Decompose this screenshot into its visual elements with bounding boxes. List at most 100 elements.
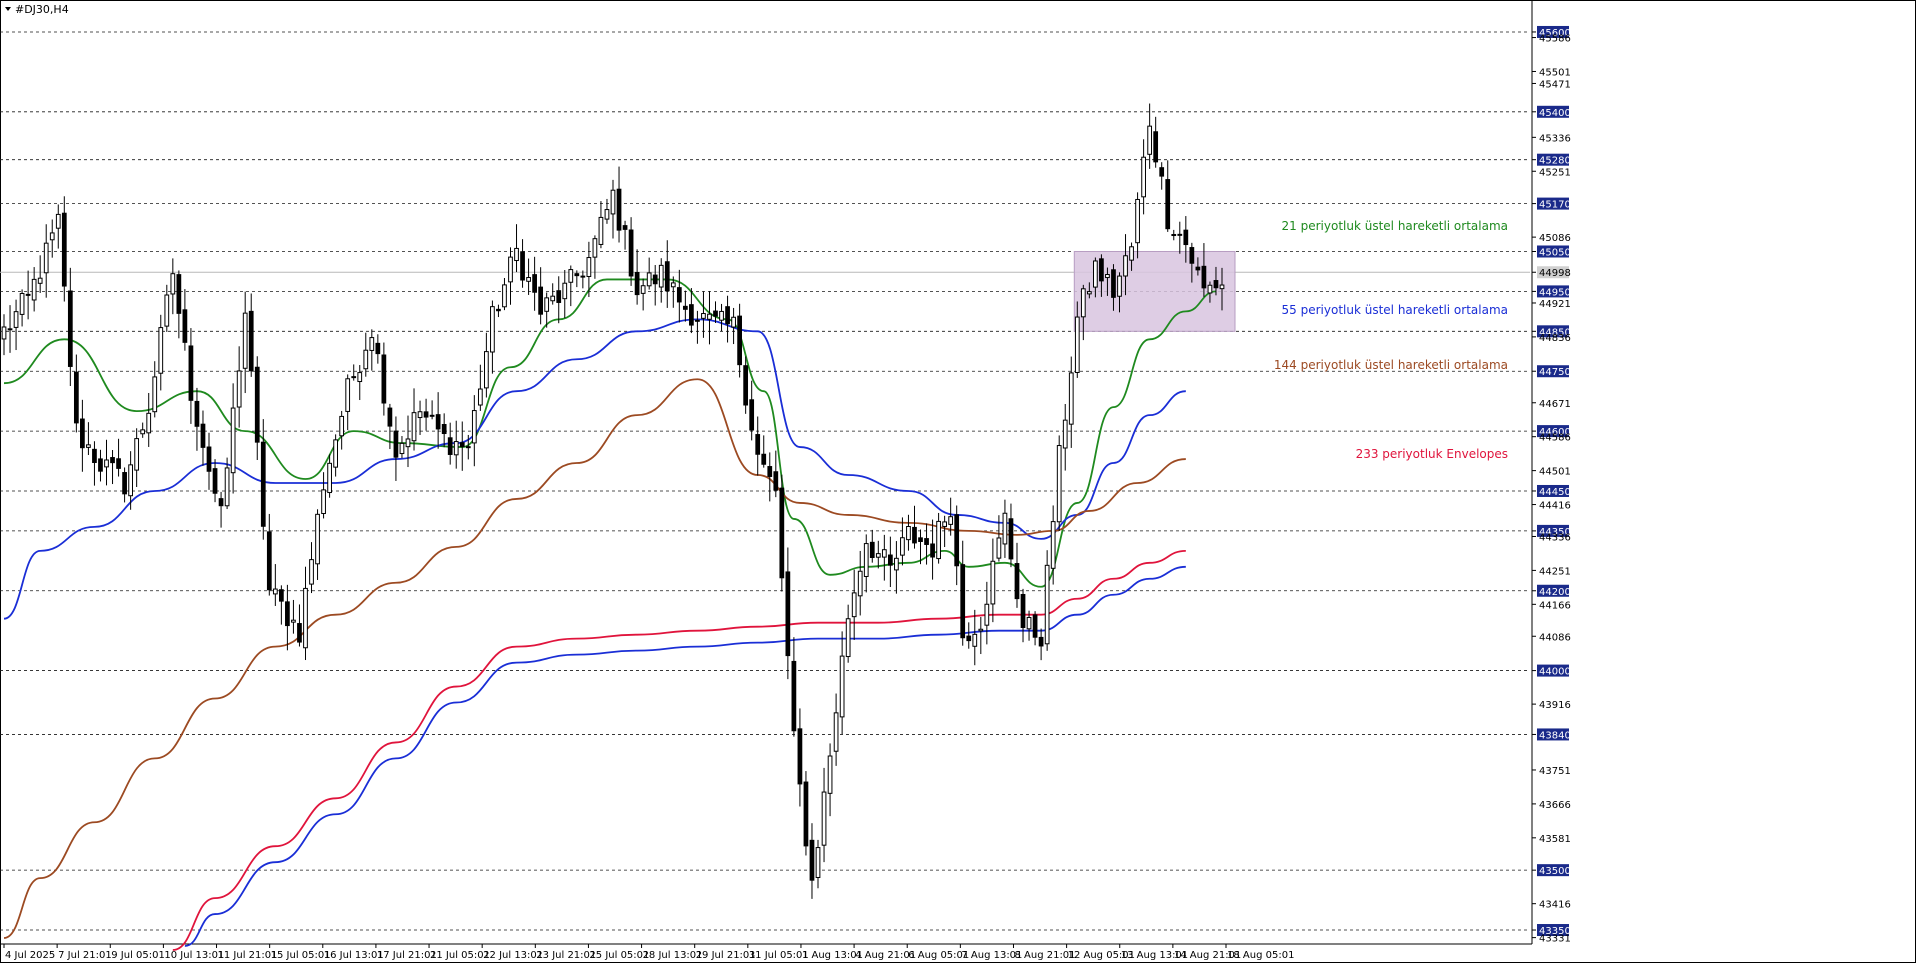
candle xyxy=(134,428,140,488)
candle-body xyxy=(182,309,188,343)
candle xyxy=(496,304,501,318)
candle xyxy=(604,198,610,224)
price-tick-label: 43416 xyxy=(1539,900,1571,911)
candle-body xyxy=(200,423,206,448)
candle xyxy=(942,515,948,548)
candle xyxy=(441,413,447,448)
candle xyxy=(695,310,700,344)
candle-body xyxy=(399,442,405,455)
candle-body xyxy=(520,251,525,281)
candle-body xyxy=(43,242,49,274)
series-ema55 xyxy=(3,318,1186,620)
candle xyxy=(719,303,724,332)
candle xyxy=(170,258,176,315)
candle-body xyxy=(695,319,700,322)
price-tick-label: 44450 xyxy=(1539,487,1571,498)
candle-body xyxy=(351,376,357,379)
price-tick-label: 45501 xyxy=(1539,67,1571,78)
candle-body xyxy=(1201,265,1207,289)
candle-body xyxy=(622,225,628,230)
chart-canvas[interactable]: 4560045586455014547145400453364528045251… xyxy=(0,0,1916,963)
candle xyxy=(333,434,339,477)
candle-body xyxy=(236,370,242,408)
candle xyxy=(43,224,49,298)
candle-body xyxy=(1068,372,1074,425)
candle xyxy=(122,467,127,503)
time-tick-label: 4 Jul 2025 xyxy=(5,950,55,961)
candle-body xyxy=(936,520,941,560)
symbol-header[interactable]: #DJ30,H4 xyxy=(5,3,69,16)
candle-body xyxy=(272,588,278,595)
candle xyxy=(266,513,272,596)
candle-body xyxy=(761,453,767,465)
candle-body xyxy=(1014,563,1020,600)
time-tick-label: 1 Aug 13:01 xyxy=(802,950,863,961)
candle xyxy=(477,364,483,411)
candle xyxy=(67,267,73,387)
candle-body xyxy=(1153,131,1159,163)
candle-body xyxy=(405,438,411,448)
time-tick: 23 Jul 21:01 xyxy=(534,944,596,961)
candle-body xyxy=(785,571,791,657)
candle-body xyxy=(490,306,495,353)
candle-body xyxy=(869,541,875,559)
candle-body xyxy=(230,407,236,474)
candle-body xyxy=(532,274,537,293)
time-tick: 18 Aug 05:01 xyxy=(1225,944,1294,961)
candle xyxy=(393,416,399,481)
candle-body xyxy=(930,543,935,558)
price-tick-label: 44086 xyxy=(1539,632,1571,643)
candle xyxy=(73,354,79,433)
candle-body xyxy=(652,274,658,285)
candle xyxy=(580,270,586,289)
time-tick-label: 28 Jul 13:01 xyxy=(643,950,703,961)
candle-body xyxy=(737,315,742,366)
candle-body xyxy=(73,371,79,424)
candle-body xyxy=(291,619,296,623)
candle-body xyxy=(894,557,899,571)
menu-triangle-icon[interactable] xyxy=(5,7,11,11)
candle xyxy=(538,267,544,325)
price-tick-label: 44750 xyxy=(1539,367,1571,378)
candle-body xyxy=(224,467,230,507)
candle xyxy=(1177,221,1183,254)
candle xyxy=(1171,229,1177,241)
candle xyxy=(381,342,387,416)
candle xyxy=(399,436,405,459)
candle-body xyxy=(514,247,519,262)
price-tick-label: 43751 xyxy=(1539,766,1571,777)
candle-body xyxy=(821,791,827,846)
candle-body xyxy=(1195,266,1201,271)
candle-body xyxy=(447,437,453,455)
candle-body xyxy=(887,554,893,566)
candle-body xyxy=(815,847,821,878)
candle-body xyxy=(13,311,19,328)
candle-body xyxy=(496,308,501,312)
candle-body xyxy=(321,489,326,515)
candle xyxy=(664,240,670,308)
candle-body xyxy=(634,271,640,296)
candle xyxy=(646,257,652,290)
candle-body xyxy=(1020,593,1026,628)
price-chart[interactable]: 45600 45586 45501 45471 45400 45336 45280 45251… xyxy=(0,0,1916,963)
candle xyxy=(682,290,688,322)
candle-body xyxy=(604,209,610,220)
candle xyxy=(640,278,646,311)
candle-body xyxy=(1183,229,1189,246)
candle-body xyxy=(285,601,290,627)
price-tick: 44998 xyxy=(1532,266,1571,279)
candle xyxy=(887,536,893,588)
candle-body xyxy=(1123,255,1128,277)
candle-body xyxy=(1159,167,1165,177)
candle xyxy=(821,767,827,863)
price-tick: 43666 xyxy=(1532,800,1571,811)
candle-body xyxy=(218,498,224,507)
price-tick-label: 45400 xyxy=(1539,108,1571,119)
candle-body xyxy=(266,531,272,591)
candle xyxy=(966,622,972,649)
price-tick: 45251 xyxy=(1532,167,1571,178)
candle-body xyxy=(194,400,200,427)
candle xyxy=(98,449,103,482)
candle-body xyxy=(387,407,393,427)
candle xyxy=(785,547,791,680)
